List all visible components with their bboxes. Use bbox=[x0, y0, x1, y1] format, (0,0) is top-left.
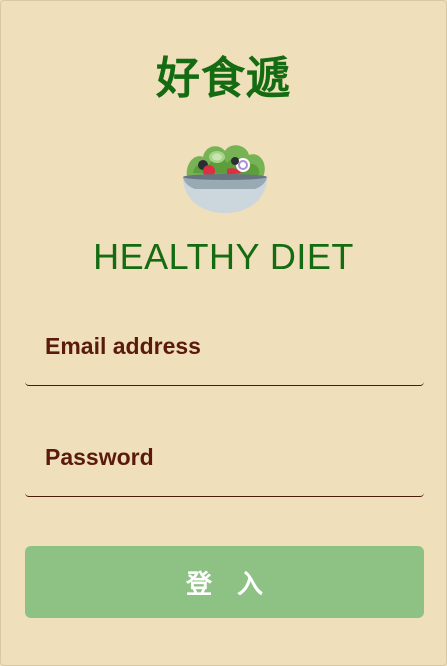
password-field[interactable]: Password bbox=[25, 433, 424, 497]
email-input[interactable] bbox=[25, 322, 424, 385]
brand-subtitle: HEALTHY DIET bbox=[93, 236, 354, 277]
brand-title: 好食遞 bbox=[156, 53, 291, 104]
email-field[interactable]: Email address bbox=[25, 322, 424, 386]
login-card: 好食遞 HEALTHY DIET Email address Password … bbox=[0, 0, 447, 666]
green-salad-icon bbox=[183, 145, 267, 213]
password-input[interactable] bbox=[25, 433, 424, 496]
login-button[interactable]: 登 入 bbox=[25, 546, 424, 618]
